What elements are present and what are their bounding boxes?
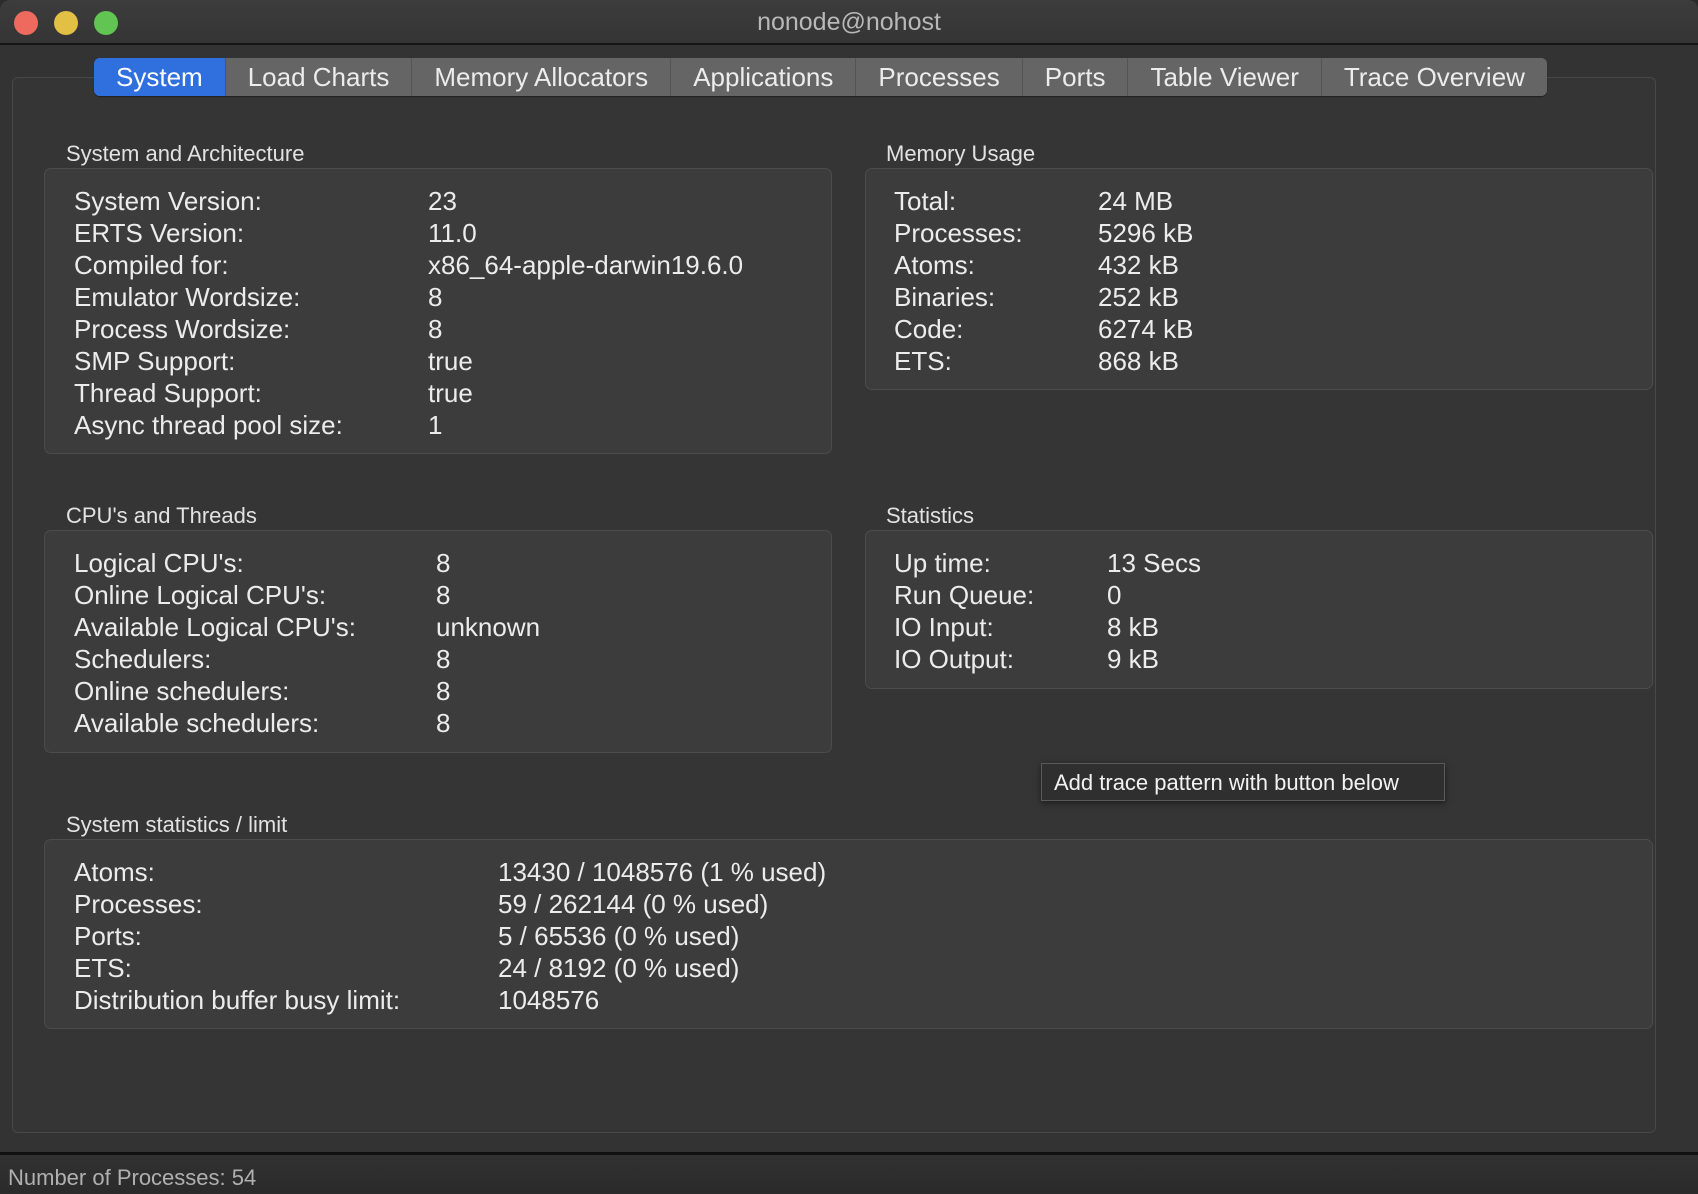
row-value: 13430 / 1048576 (1 % used) <box>498 857 827 887</box>
tab-ports[interactable]: Ports <box>1022 58 1129 96</box>
row-value: 24 / 8192 (0 % used) <box>498 953 740 983</box>
row-value: 6274 kB <box>1098 314 1194 344</box>
row-value: 9 kB <box>1107 644 1160 674</box>
memory-usage-title: Memory Usage <box>886 141 1036 166</box>
row-label: Code: <box>894 314 964 344</box>
row-value: 8 <box>436 580 451 610</box>
row-value: x86_64-apple-darwin19.6.0 <box>428 250 744 280</box>
system-arch-title: System and Architecture <box>66 141 305 166</box>
title-bar: nonode@nohost <box>0 0 1698 45</box>
row-value: 8 kB <box>1107 612 1160 642</box>
row-value: 5 / 65536 (0 % used) <box>498 921 740 951</box>
tab-table-viewer[interactable]: Table Viewer <box>1128 58 1322 96</box>
row-label: ETS: <box>894 346 952 376</box>
row-label: Processes: <box>74 889 203 919</box>
tab-trace-overview[interactable]: Trace Overview <box>1321 58 1547 96</box>
row-label: Run Queue: <box>894 580 1035 610</box>
process-count-status: Number of Processes: 54 <box>8 1165 257 1190</box>
window-title: nonode@nohost <box>757 8 941 36</box>
row-label: Distribution buffer busy limit: <box>74 985 401 1015</box>
row-value: true <box>428 346 473 376</box>
row-value: 8 <box>436 676 451 706</box>
row-value: unknown <box>436 612 541 642</box>
memory-usage-box <box>865 168 1653 390</box>
row-value: 8 <box>436 548 451 578</box>
row-value: 23 <box>428 186 457 216</box>
row-value: 5296 kB <box>1098 218 1194 248</box>
row-label: ERTS Version: <box>74 218 245 248</box>
row-value: 8 <box>436 644 451 674</box>
row-value: 1 <box>428 410 443 440</box>
row-value: 8 <box>428 282 443 312</box>
trace-pattern-tooltip: Add trace pattern with button below <box>1041 763 1445 801</box>
row-label: Async thread pool size: <box>74 410 343 440</box>
row-value: 868 kB <box>1098 346 1179 376</box>
row-label: Total: <box>894 186 957 216</box>
row-label: Binaries: <box>894 282 996 312</box>
row-value: 0 <box>1107 580 1122 610</box>
row-label: Up time: <box>894 548 991 578</box>
row-value: 59 / 262144 (0 % used) <box>498 889 769 919</box>
cpus-threads-title: CPU's and Threads <box>66 503 257 528</box>
row-label: Processes: <box>894 218 1023 248</box>
row-label: Compiled for: <box>74 250 229 280</box>
tab-bar: System Load Charts Memory Allocators App… <box>94 58 1547 96</box>
limits-title: System statistics / limit <box>66 812 288 837</box>
row-label: Atoms: <box>74 857 155 887</box>
statistics-title: Statistics <box>886 503 975 528</box>
row-label: Online Logical CPU's: <box>74 580 327 610</box>
row-label: SMP Support: <box>74 346 236 376</box>
row-label: System Version: <box>74 186 262 216</box>
row-label: Available schedulers: <box>74 708 320 738</box>
row-value: 252 kB <box>1098 282 1179 312</box>
row-value: 432 kB <box>1098 250 1179 280</box>
row-label: Available Logical CPU's: <box>74 612 356 642</box>
tab-system[interactable]: System <box>94 58 226 96</box>
row-value: 8 <box>436 708 451 738</box>
observer-window: nonode@nohost System Load Charts Memory … <box>0 0 1698 1194</box>
tab-processes[interactable]: Processes <box>856 58 1023 96</box>
status-bar: Number of Processes: 54 <box>0 1152 1698 1194</box>
tab-load-charts[interactable]: Load Charts <box>225 58 413 96</box>
row-label: Thread Support: <box>74 378 262 408</box>
row-label: Atoms: <box>894 250 975 280</box>
row-value: 11.0 <box>428 218 477 248</box>
row-label: Emulator Wordsize: <box>74 282 301 312</box>
row-label: Online schedulers: <box>74 676 290 706</box>
row-value: 13 Secs <box>1107 548 1201 578</box>
tab-applications[interactable]: Applications <box>671 58 857 96</box>
row-value: 1048576 <box>498 985 600 1015</box>
row-value: 24 MB <box>1098 186 1174 216</box>
row-label: IO Input: <box>894 612 994 642</box>
row-label: Logical CPU's: <box>74 548 244 578</box>
row-label: Process Wordsize: <box>74 314 291 344</box>
row-label: IO Output: <box>894 644 1014 674</box>
row-value: true <box>428 378 473 408</box>
row-label: ETS: <box>74 953 132 983</box>
row-label: Ports: <box>74 921 142 951</box>
row-label: Schedulers: <box>74 644 212 674</box>
tab-memory-allocators[interactable]: Memory Allocators <box>412 58 672 96</box>
row-value: 8 <box>428 314 443 344</box>
